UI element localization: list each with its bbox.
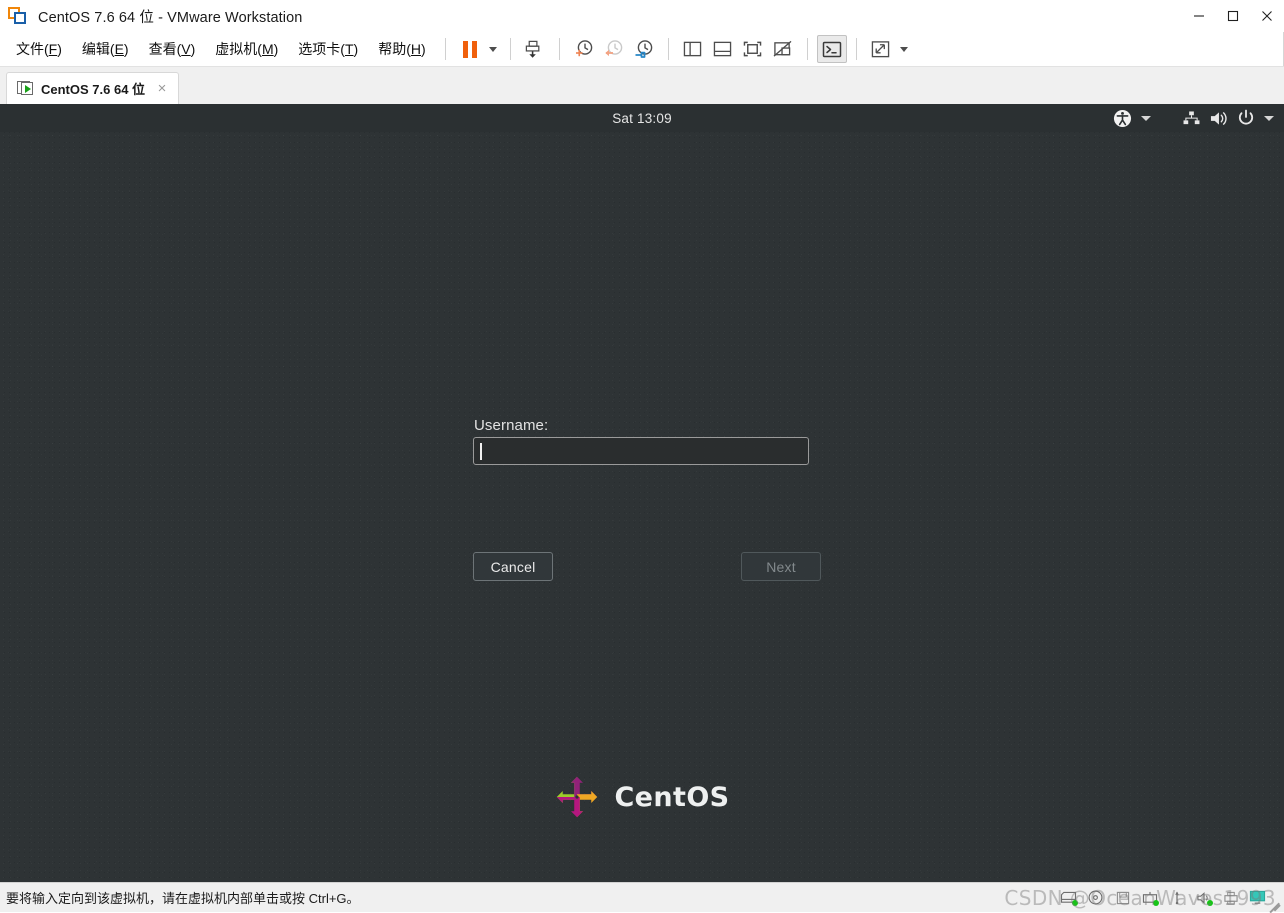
toolbar-separator <box>806 38 808 60</box>
menu-tabs-label: 选项卡( <box>298 41 345 57</box>
usb-icon[interactable] <box>1168 890 1185 905</box>
fullscreen-button[interactable] <box>866 35 896 63</box>
chevron-down-icon <box>899 46 908 52</box>
resize-grip[interactable] <box>1268 896 1281 913</box>
username-label: Username: <box>474 417 549 434</box>
power-button[interactable] <box>520 35 550 63</box>
menu-help[interactable]: 帮助(H) <box>368 35 435 63</box>
suspend-button[interactable] <box>455 35 485 63</box>
title-bar: CentOS 7.6 64 位 - VMware Workstation <box>0 0 1284 32</box>
clock-wrench-icon <box>635 40 652 58</box>
login-screen: Username: Cancel Next CentOS <box>0 104 1284 882</box>
guest-screen[interactable]: Sat 13:09 Username: Cancel Next CentOS <box>0 104 1284 882</box>
sidebar-panel-icon <box>683 41 702 57</box>
menu-toolbar: 文件(F) 编辑(E) 查看(V) 虚拟机(M) 选项卡(T) 帮助(H) <box>0 32 1284 66</box>
show-sidebar-button[interactable] <box>678 35 708 63</box>
chevron-down-icon <box>488 46 497 52</box>
window-title: CentOS 7.6 64 位 - VMware Workstation <box>38 9 303 26</box>
fit-frame-icon <box>743 41 762 57</box>
menu-tabs[interactable]: 选项卡(T) <box>288 35 368 63</box>
device-status-icons <box>1060 890 1266 906</box>
username-input[interactable] <box>473 437 809 465</box>
tab-strip: CentOS 7.6 64 位 × <box>0 66 1284 104</box>
snapshot-revert-button[interactable] <box>599 35 629 63</box>
suspend-dropdown[interactable] <box>485 35 501 63</box>
maximize-button[interactable] <box>1216 0 1250 32</box>
terminal-icon <box>822 41 841 57</box>
sound-card-icon[interactable] <box>1195 890 1213 906</box>
tab-centos[interactable]: CentOS 7.6 64 位 × <box>6 72 180 104</box>
vmware-logo-icon <box>8 6 28 26</box>
toolbar-separator <box>509 38 511 60</box>
vm-running-icon <box>17 81 34 96</box>
menu-edit-label: 编辑( <box>81 41 115 57</box>
thumbnail-disabled-icon <box>773 40 792 57</box>
centos-logo-icon <box>554 774 600 820</box>
menu-file-mnemonic: F <box>48 41 58 57</box>
toolbar-separator <box>855 38 857 60</box>
next-button[interactable]: Next <box>741 552 821 581</box>
menu-file[interactable]: 文件(F) <box>6 35 72 63</box>
tab-label: CentOS 7.6 64 位 <box>41 82 146 97</box>
menu-vm[interactable]: 虚拟机(M) <box>205 35 288 63</box>
centos-branding: CentOS <box>0 774 1284 820</box>
fullscreen-dropdown[interactable] <box>896 35 912 63</box>
toolbar-separator <box>667 38 669 60</box>
hard-disk-icon[interactable] <box>1060 890 1078 906</box>
thumbnail-off-button[interactable] <box>768 35 798 63</box>
snapshot-manager-button[interactable] <box>629 35 659 63</box>
menu-view-label: 查看( <box>148 41 182 57</box>
toolbar-separator <box>558 38 560 60</box>
display-icon[interactable] <box>1249 890 1266 905</box>
text-cursor <box>480 442 482 460</box>
bottom-panel-icon <box>713 41 732 57</box>
vmware-workstation-window: CentOS 7.6 64 位 - VMware Workstation 文件(… <box>0 0 1284 913</box>
cancel-button[interactable]: Cancel <box>473 552 553 581</box>
show-bottom-panel-button[interactable] <box>708 35 738 63</box>
close-button[interactable] <box>1250 0 1284 32</box>
toolbar-separator <box>444 38 446 60</box>
console-view-button[interactable] <box>816 35 847 63</box>
menu-file-label: 文件( <box>16 41 49 57</box>
fit-window-button[interactable] <box>738 35 768 63</box>
menu-view[interactable]: 查看(V) <box>139 35 206 63</box>
expand-arrows-icon <box>871 40 890 57</box>
snapshot-take-button[interactable] <box>569 35 599 63</box>
power-down-icon <box>525 40 540 58</box>
cd-dvd-icon[interactable] <box>1087 890 1104 905</box>
menu-edit[interactable]: 编辑(E) <box>72 35 139 63</box>
floppy-icon[interactable] <box>1114 890 1131 905</box>
pause-icon <box>462 40 477 58</box>
printer-icon[interactable] <box>1222 890 1239 905</box>
clock-plus-icon <box>575 40 592 57</box>
window-controls <box>1182 0 1284 32</box>
minimize-button[interactable] <box>1182 0 1216 32</box>
network-adapter-icon[interactable] <box>1141 890 1159 906</box>
status-message: 要将输入定向到该虚拟机，请在虚拟机内部单击或按 Ctrl+G。 <box>6 891 360 906</box>
clock-back-icon <box>604 40 622 57</box>
menu-help-label: 帮助( <box>378 41 411 57</box>
tab-close-button[interactable]: × <box>152 79 172 99</box>
centos-wordmark: CentOS <box>614 781 730 813</box>
menu-vm-label: 虚拟机( <box>215 41 262 57</box>
status-bar: 要将输入定向到该虚拟机，请在虚拟机内部单击或按 Ctrl+G。 CSDN @Oc… <box>0 882 1284 913</box>
